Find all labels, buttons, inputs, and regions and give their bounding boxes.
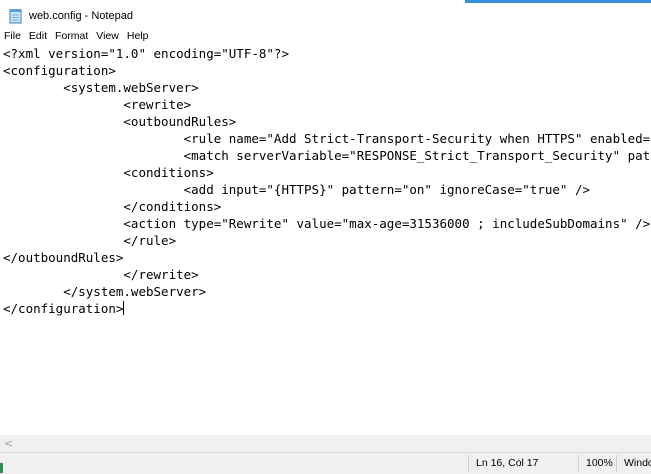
- code-line: <match serverVariable="RESPONSE_Strict_T…: [183, 148, 651, 163]
- code-line: <rule name="Add Strict-Transport-Securit…: [3, 131, 651, 146]
- menu-edit[interactable]: Edit: [25, 28, 51, 45]
- code-line: </outboundRules>: [3, 250, 124, 265]
- code-line: <add input="{HTTPS}" pattern="on" ignore…: [3, 182, 590, 197]
- code-line: <?xml version="1.0" encoding="UTF-8"?>: [3, 46, 289, 61]
- menu-format[interactable]: Format: [51, 28, 92, 45]
- status-divider: [468, 455, 469, 472]
- code-line: <conditions>: [3, 165, 214, 180]
- menu-view[interactable]: View: [92, 28, 123, 45]
- line-ending: Windo: [624, 457, 651, 469]
- desktop-edge-marker: [0, 463, 3, 473]
- notepad-icon: [9, 8, 23, 24]
- cursor-position: Ln 16, Col 17: [476, 457, 539, 469]
- code-line: </rewrite>: [3, 267, 199, 282]
- code-line: </rule>: [3, 233, 177, 248]
- status-divider: [578, 455, 579, 472]
- zoom-level: 100%: [586, 457, 613, 469]
- status-bar: Ln 16, Col 17 100% Windo: [0, 452, 651, 474]
- horizontal-scrollbar[interactable]: <: [0, 435, 651, 452]
- code-line: </system.webServer>: [3, 284, 207, 299]
- status-divider: [616, 455, 617, 472]
- code-line: <rewrite>: [3, 97, 192, 112]
- window-title: web.config - Notepad: [29, 9, 133, 22]
- code-line-text: </configuration>: [3, 301, 124, 316]
- text-caret: [123, 301, 125, 315]
- code-line: <system.webServer>: [3, 80, 199, 95]
- scroll-left-arrow-icon[interactable]: <: [4, 436, 13, 451]
- code-line: <action type="Rewrite" value="max-age=31…: [3, 216, 651, 231]
- code-line: <outboundRules>: [3, 114, 237, 129]
- text-editor[interactable]: <?xml version="1.0" encoding="UTF-8"?> <…: [0, 45, 651, 435]
- code-line: </conditions>: [3, 199, 222, 214]
- last-code-line: </configuration>: [3, 300, 125, 317]
- menu-file[interactable]: File: [0, 28, 25, 45]
- menu-bar: File Edit Format View Help: [0, 28, 651, 45]
- code-line: <configuration>: [3, 63, 116, 78]
- menu-help[interactable]: Help: [123, 28, 153, 45]
- title-bar[interactable]: web.config - Notepad: [0, 3, 651, 28]
